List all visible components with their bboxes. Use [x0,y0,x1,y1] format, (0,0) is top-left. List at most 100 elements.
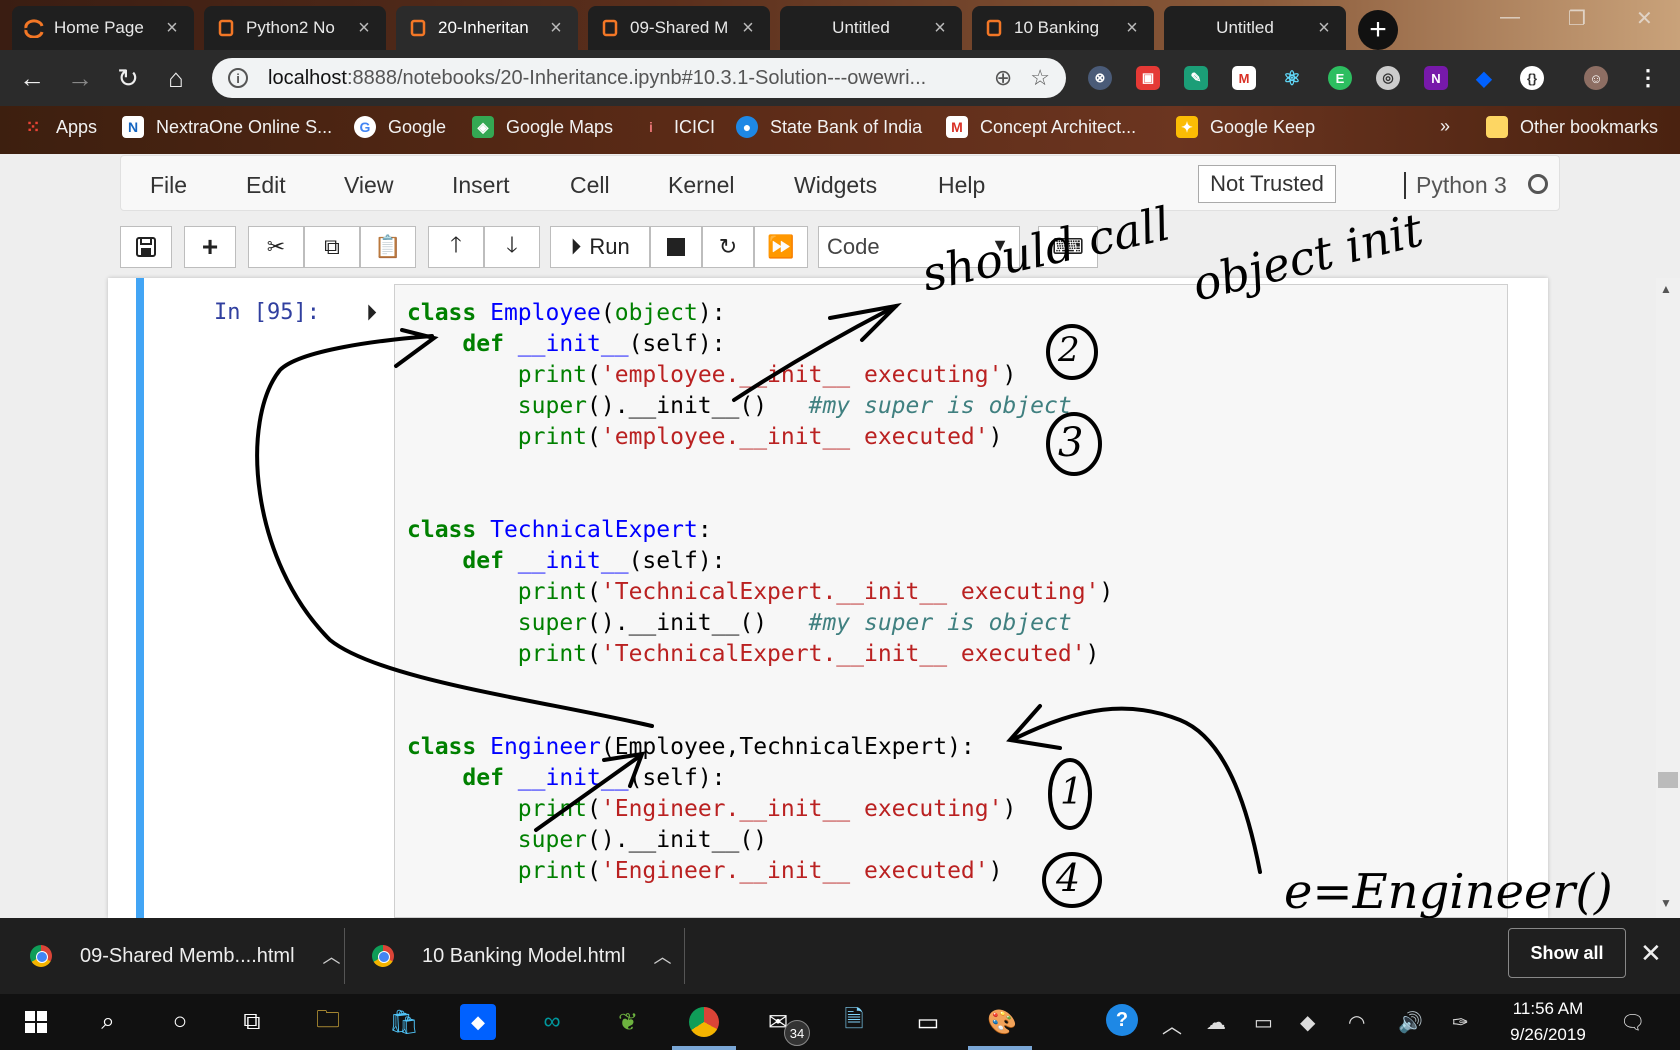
paint-icon[interactable]: 🎨 [984,1004,1020,1040]
close-icon[interactable]: × [162,17,182,40]
bookmark-google-maps[interactable]: ◈ Google Maps [472,116,613,138]
code-block[interactable]: class Employee(object): def __init__(sel… [407,298,1113,887]
chevron-up-icon[interactable]: ︿ [653,943,671,969]
site-info-icon[interactable]: i [228,68,248,88]
copy-button[interactable]: ⧉ [304,226,360,268]
extension-icon[interactable]: ◎ [1376,66,1400,90]
tab-20-inheritance[interactable]: 20-Inheritan × [396,6,578,50]
home-icon[interactable]: ⌂ [160,62,192,94]
arduino-icon[interactable]: ∞ [534,1004,570,1040]
spring-icon[interactable]: ❦ [610,1004,646,1040]
pen-icon[interactable]: ✑ [1452,1010,1469,1035]
menu-help[interactable]: Help [938,172,985,199]
gmail-icon[interactable]: M [1232,66,1256,90]
volume-icon[interactable]: 🔊 [1398,1010,1423,1035]
zoom-icon[interactable]: ⊕ [994,65,1012,91]
tab-untitled-2[interactable]: Untitled × [1164,6,1346,50]
chevron-up-icon[interactable]: ︿ [323,943,341,969]
notepad-icon[interactable]: 🗎 [836,1004,872,1040]
menu-kernel[interactable]: Kernel [668,172,734,199]
download-item[interactable]: 10 Banking Model.html ︿ [372,918,671,994]
close-icon[interactable]: × [930,17,950,40]
menu-widgets[interactable]: Widgets [794,172,877,199]
chrome-icon[interactable] [686,1004,722,1040]
tab-10-banking[interactable]: 10 Banking × [972,6,1154,50]
avatar[interactable]: ☺ [1584,66,1608,90]
bookmark-google-keep[interactable]: ✦ Google Keep [1176,116,1315,138]
menu-edit[interactable]: Edit [246,172,286,199]
restart-run-all-button[interactable]: ⏩ [754,226,808,268]
insert-cell-button[interactable]: + [184,226,236,268]
bookmark-star-icon[interactable]: ☆ [1030,65,1050,91]
tab-09-shared[interactable]: 09-Shared M × [588,6,770,50]
taskbar-clock[interactable]: 11:56 AM 9/26/2019 [1500,996,1596,1048]
show-all-button[interactable]: Show all [1508,928,1626,978]
cut-button[interactable]: ✂ [248,226,304,268]
dropbox-icon[interactable]: ◆ [1472,66,1496,90]
wifi-icon[interactable]: ◠ [1348,1010,1365,1035]
search-icon[interactable]: ⌕ [90,1004,126,1040]
forward-icon[interactable]: → [64,62,96,94]
tab-home-page[interactable]: Home Page × [12,6,194,50]
maximize-icon[interactable]: ❐ [1568,6,1586,31]
menu-insert[interactable]: Insert [452,172,510,199]
close-icon[interactable]: × [1314,17,1334,40]
back-icon[interactable]: ← [16,62,48,94]
bookmark-other[interactable]: Other bookmarks [1486,116,1658,138]
task-view-icon[interactable]: ⧉ [234,1004,270,1040]
bookmark-google[interactable]: G Google [354,116,446,138]
extension-icon[interactable]: ▣ [1136,66,1160,90]
windows-start-icon[interactable] [18,1004,54,1040]
save-button[interactable] [120,226,172,268]
bookmark-concept-architect[interactable]: M Concept Architect... [946,116,1136,138]
dropbox-icon[interactable]: ◆ [460,1004,496,1040]
move-down-button[interactable]: 🡓 [484,226,540,268]
menu-view[interactable]: View [344,172,393,199]
close-window-icon[interactable]: ✕ [1636,6,1653,31]
menu-icon[interactable]: ⋮ [1636,65,1660,90]
scrollbar-thumb[interactable] [1658,772,1678,788]
close-icon[interactable]: × [1122,17,1142,40]
bookmark-nextraone[interactable]: N NextraOne Online S... [122,116,332,138]
run-button[interactable]: ⏵ Run [550,226,650,268]
close-icon[interactable]: × [738,17,758,40]
scroll-down-icon[interactable]: ▼ [1660,896,1672,910]
close-icon[interactable]: × [546,17,566,40]
move-up-button[interactable]: 🡑 [428,226,484,268]
address-bar[interactable]: i localhost :8888/notebooks/20-Inheritan… [212,58,1066,98]
reload-icon[interactable]: ↻ [112,62,144,94]
restart-button[interactable]: ↻ [702,226,754,268]
evernote-icon[interactable]: E [1328,66,1352,90]
bookmark-apps[interactable]: ⁙ Apps [22,116,97,138]
tab-python2-notes[interactable]: Python2 No × [204,6,386,50]
scrollbar[interactable] [1656,278,1680,918]
bookmarks-overflow-button[interactable]: » [1440,116,1450,137]
chevron-up-icon[interactable]: ︿ [1162,1010,1182,1039]
terminal-icon[interactable]: ▭ [910,1004,946,1040]
extension-icon[interactable]: ✎ [1184,66,1208,90]
minimize-icon[interactable]: — [1500,6,1520,29]
bookmark-sbi[interactable]: ● State Bank of India [736,116,922,138]
menu-file[interactable]: File [150,172,187,199]
bookmark-icici[interactable]: i ICICI [640,116,715,138]
extension-icon[interactable]: ⊗ [1088,66,1112,90]
paste-button[interactable]: 📋 [360,226,416,268]
close-icon[interactable]: × [354,17,374,40]
interrupt-button[interactable] [650,226,702,268]
close-icon[interactable]: ✕ [1640,938,1662,969]
store-icon[interactable]: 🛍 [386,1004,422,1040]
help-icon[interactable]: ? [1106,1004,1138,1036]
new-tab-button[interactable]: + [1358,10,1398,50]
extension-icon[interactable]: {} [1520,66,1544,90]
tab-untitled-1[interactable]: Untitled × [780,6,962,50]
scroll-up-icon[interactable]: ▲ [1660,282,1672,296]
onenote-icon[interactable]: N [1424,66,1448,90]
cortana-icon[interactable]: ○ [162,1004,198,1040]
menu-cell[interactable]: Cell [570,172,610,199]
dropbox-icon[interactable]: ◆ [1300,1010,1315,1035]
battery-icon[interactable]: ▭ [1254,1010,1273,1035]
file-explorer-icon[interactable]: 🗀 [310,1004,346,1040]
not-trusted-button[interactable]: Not Trusted [1198,165,1336,203]
react-icon[interactable]: ⚛ [1280,66,1304,90]
notifications-icon[interactable]: 🗨 [1620,1010,1645,1035]
